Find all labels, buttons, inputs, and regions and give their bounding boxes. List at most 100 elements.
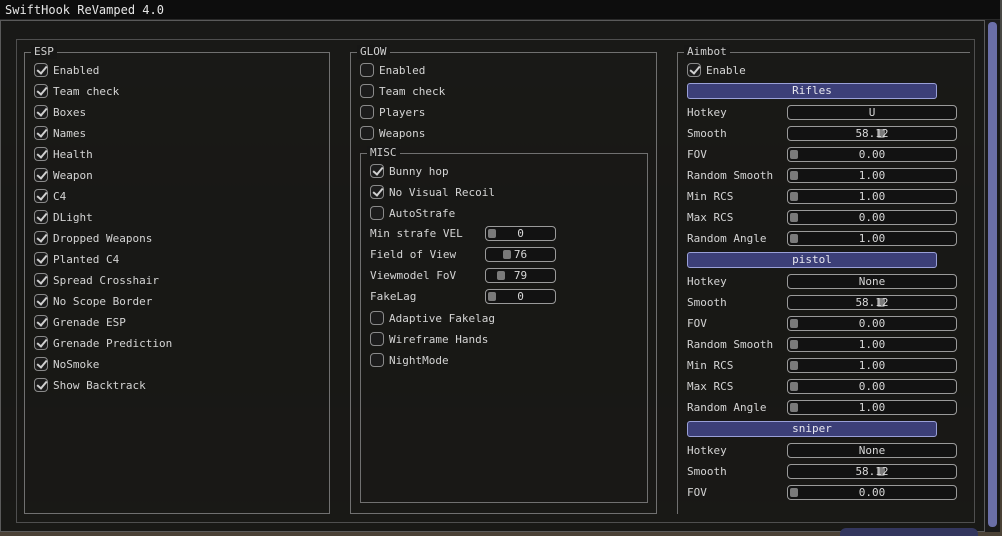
misc-slider-min-strafe-vel[interactable]: 0 [485, 226, 556, 241]
checkbox[interactable] [34, 294, 48, 308]
checkbox[interactable] [360, 126, 374, 140]
aimbot-section-rifles[interactable]: Rifles [687, 83, 937, 99]
misc-option-no-visual-recoil[interactable]: No Visual Recoil [370, 183, 495, 201]
slider-grab[interactable] [790, 382, 798, 391]
aimbot-slider-max-rcs[interactable]: 0.00 [787, 210, 957, 225]
misc-slider-label: Min strafe VEL [370, 227, 463, 240]
checkbox[interactable] [370, 311, 384, 325]
glow-option-team-check[interactable]: Team check [360, 82, 445, 100]
checkbox[interactable] [34, 63, 48, 77]
aimbot-slider-fov[interactable]: 0.00 [787, 485, 957, 500]
esp-option-c4[interactable]: C4 [34, 187, 66, 205]
slider-value: 58.12 [855, 296, 889, 309]
slider-grab[interactable] [790, 403, 798, 412]
aimbot-slider-random-smooth[interactable]: 1.00 [787, 168, 957, 183]
checkbox[interactable] [34, 357, 48, 371]
slider-grab[interactable] [790, 213, 798, 222]
misc-option-adaptive-fakelag[interactable]: Adaptive Fakelag [370, 309, 495, 327]
esp-option-boxes[interactable]: Boxes [34, 103, 86, 121]
checkbox[interactable] [34, 105, 48, 119]
checkbox[interactable] [34, 168, 48, 182]
esp-option-team-check[interactable]: Team check [34, 82, 119, 100]
aimbot-slider-smooth[interactable]: 58.12 [787, 295, 957, 310]
slider-value: 58.12 [855, 465, 889, 478]
aimbot-slider-fov[interactable]: 0.00 [787, 316, 957, 331]
misc-slider-field-of-view[interactable]: 76 [485, 247, 556, 262]
slider-grab[interactable] [488, 229, 496, 238]
checkbox[interactable] [370, 353, 384, 367]
slider-grab[interactable] [790, 171, 798, 180]
aimbot-slider-min-rcs[interactable]: 1.00 [787, 358, 957, 373]
esp-option-names[interactable]: Names [34, 124, 86, 142]
slider-grab[interactable] [488, 292, 496, 301]
checkbox[interactable] [360, 105, 374, 119]
checkbox[interactable] [34, 231, 48, 245]
checkbox[interactable] [34, 84, 48, 98]
esp-option-dlight[interactable]: DLight [34, 208, 93, 226]
glow-option-weapons[interactable]: Weapons [360, 124, 425, 142]
slider-grab[interactable] [790, 488, 798, 497]
aimbot-slider-min-rcs[interactable]: 1.00 [787, 189, 957, 204]
esp-option-no-scope-border[interactable]: No Scope Border [34, 292, 152, 310]
slider-grab[interactable] [790, 234, 798, 243]
hotkey-button[interactable]: U [787, 105, 957, 120]
esp-option-nosmoke[interactable]: NoSmoke [34, 355, 99, 373]
checkbox[interactable] [34, 273, 48, 287]
misc-option-bunny-hop[interactable]: Bunny hop [370, 162, 449, 180]
aimbot-slider-fov[interactable]: 0.00 [787, 147, 957, 162]
slider-grab[interactable] [790, 150, 798, 159]
aimbot-enable[interactable]: Enable [687, 61, 746, 79]
checkbox[interactable] [34, 147, 48, 161]
scrollbar-thumb[interactable] [988, 22, 997, 527]
glow-option-players[interactable]: Players [360, 103, 425, 121]
slider-grab[interactable] [496, 271, 505, 280]
esp-option-show-backtrack[interactable]: Show Backtrack [34, 376, 146, 394]
hotkey-button[interactable]: None [787, 274, 957, 289]
misc-option-wireframe-hands[interactable]: Wireframe Hands [370, 330, 488, 348]
aimbot-slider-max-rcs[interactable]: 0.00 [787, 379, 957, 394]
aimbot-slider-smooth[interactable]: 58.12 [787, 126, 957, 141]
esp-option-planted-c4[interactable]: Planted C4 [34, 250, 119, 268]
checkbox[interactable] [360, 63, 374, 77]
checkbox[interactable] [34, 315, 48, 329]
esp-option-enabled[interactable]: Enabled [34, 61, 99, 79]
slider-grab[interactable] [790, 361, 798, 370]
aimbot-section-sniper[interactable]: sniper [687, 421, 937, 437]
checkbox[interactable] [370, 185, 384, 199]
checkbox[interactable] [34, 336, 48, 350]
misc-option-autostrafe[interactable]: AutoStrafe [370, 204, 455, 222]
aimbot-section-pistol[interactable]: pistol [687, 252, 937, 268]
checkbox[interactable] [370, 332, 384, 346]
aimbot-slider-smooth[interactable]: 58.12 [787, 464, 957, 479]
misc-slider-viewmodel-fov[interactable]: 79 [485, 268, 556, 283]
bottom-tab[interactable] [840, 528, 978, 536]
checkbox[interactable] [360, 84, 374, 98]
checkbox[interactable] [34, 126, 48, 140]
checkbox[interactable] [687, 63, 701, 77]
slider-grab[interactable] [790, 319, 798, 328]
misc-slider-fakelag[interactable]: 0 [485, 289, 556, 304]
aimbot-slider-random-smooth[interactable]: 1.00 [787, 337, 957, 352]
esp-option-weapon[interactable]: Weapon [34, 166, 93, 184]
esp-option-dropped-weapons[interactable]: Dropped Weapons [34, 229, 152, 247]
hotkey-button[interactable]: None [787, 443, 957, 458]
checkbox[interactable] [34, 252, 48, 266]
checkbox[interactable] [34, 378, 48, 392]
esp-option-grenade-esp[interactable]: Grenade ESP [34, 313, 126, 331]
misc-option-nightmode[interactable]: NightMode [370, 351, 449, 369]
slider-grab[interactable] [790, 340, 798, 349]
esp-option-spread-crosshair[interactable]: Spread Crosshair [34, 271, 159, 289]
aimbot-slider-random-angle[interactable]: 1.00 [787, 231, 957, 246]
aimbot-slider-random-angle[interactable]: 1.00 [787, 400, 957, 415]
checkbox-label: DLight [53, 210, 93, 224]
glow-option-enabled[interactable]: Enabled [360, 61, 425, 79]
slider-grab[interactable] [503, 250, 512, 259]
checkbox[interactable] [370, 206, 384, 220]
slider-grab[interactable] [790, 192, 798, 201]
checkbox[interactable] [34, 189, 48, 203]
checkbox[interactable] [370, 164, 384, 178]
esp-option-grenade-prediction[interactable]: Grenade Prediction [34, 334, 172, 352]
esp-option-health[interactable]: Health [34, 145, 93, 163]
window-scrollbar[interactable] [985, 20, 1000, 532]
checkbox[interactable] [34, 210, 48, 224]
